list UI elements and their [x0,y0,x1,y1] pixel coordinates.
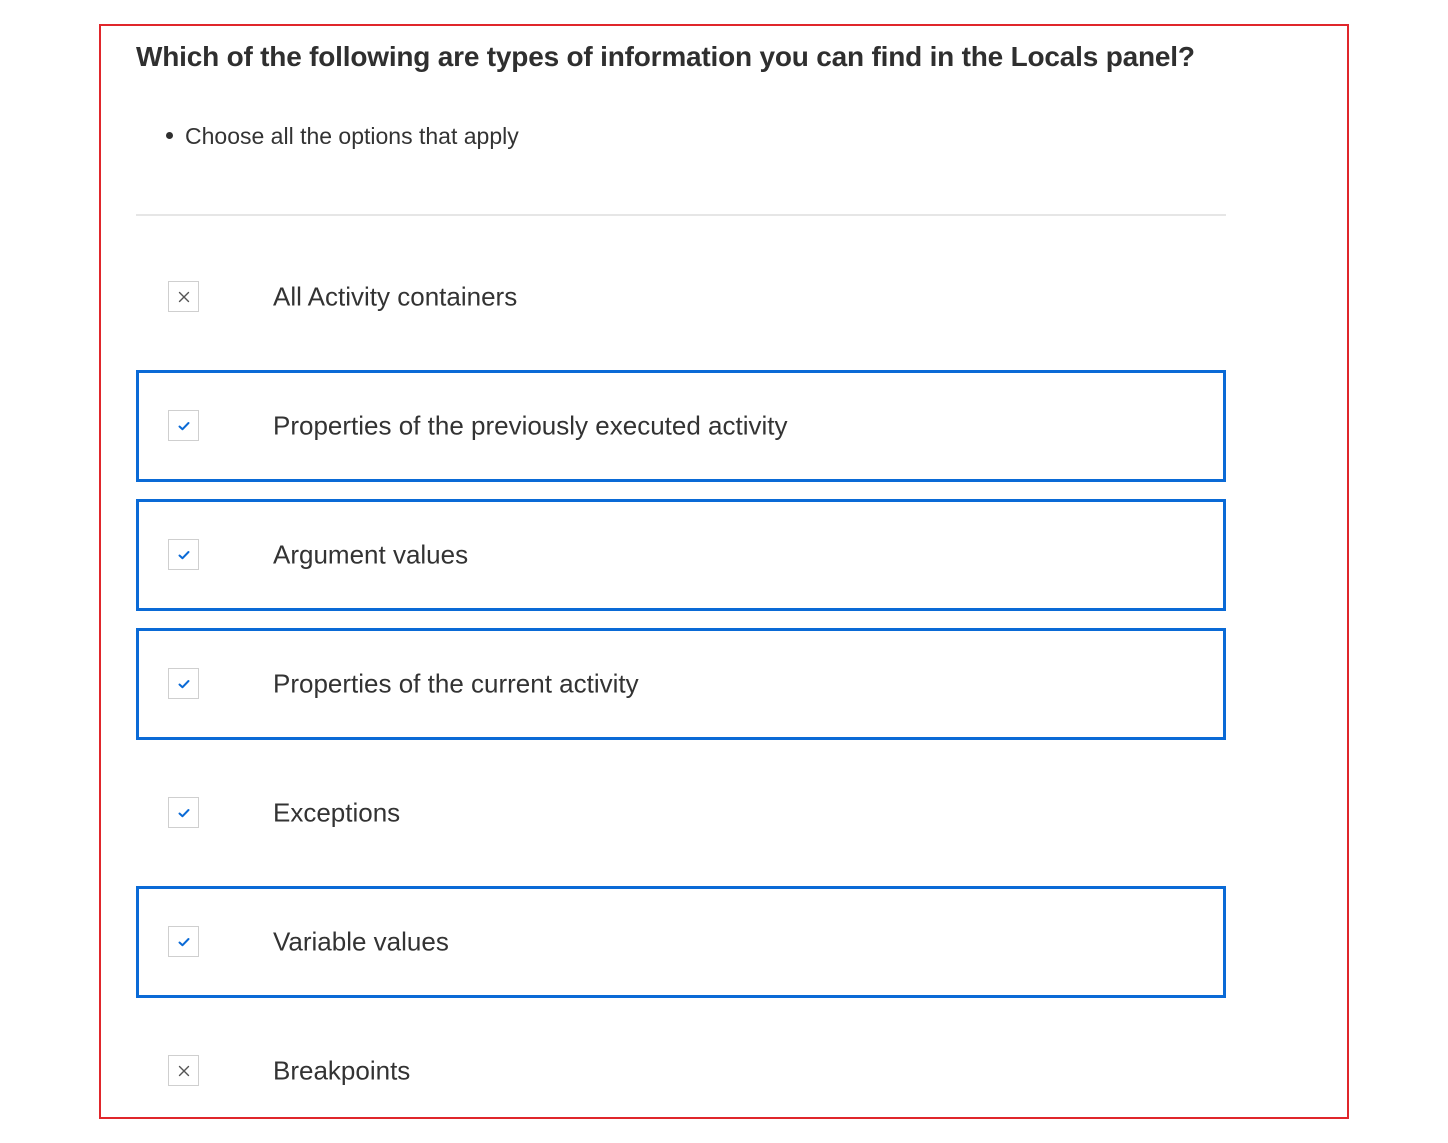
cross-icon [178,1065,189,1076]
option-checkbox[interactable] [168,410,199,441]
instruction-text: Choose all the options that apply [185,123,519,149]
option-checkbox[interactable] [168,281,199,312]
answer-option[interactable]: Argument values [136,499,1226,611]
option-label: Breakpoints [273,1055,411,1086]
check-icon [178,679,189,688]
option-label: Properties of the current activity [273,668,639,699]
cross-icon [178,291,189,302]
option-label: Variable values [273,926,449,957]
answer-option[interactable]: Variable values [136,886,1226,998]
answer-option[interactable]: Properties of the previously executed ac… [136,370,1226,482]
divider [136,214,1226,216]
answer-option[interactable]: All Activity containers [136,241,1226,353]
answer-option[interactable]: Exceptions [136,757,1226,869]
option-checkbox[interactable] [168,926,199,957]
option-label: Properties of the previously executed ac… [273,410,788,441]
bullet-icon [166,132,173,140]
option-label: Argument values [273,539,469,570]
question-title: Which of the following are types of info… [136,41,1195,72]
check-icon [178,550,189,559]
answer-option[interactable]: Breakpoints [136,1015,1226,1127]
check-icon [178,937,189,946]
check-icon [178,421,189,430]
check-icon [178,808,189,817]
option-label: All Activity containers [273,281,518,312]
option-checkbox[interactable] [168,539,199,570]
option-label: Exceptions [273,797,401,828]
instruction-hint: Choose all the options that apply [166,120,519,152]
option-checkbox[interactable] [168,797,199,828]
option-checkbox[interactable] [168,1055,199,1086]
option-checkbox[interactable] [168,668,199,699]
answer-option[interactable]: Properties of the current activity [136,628,1226,740]
